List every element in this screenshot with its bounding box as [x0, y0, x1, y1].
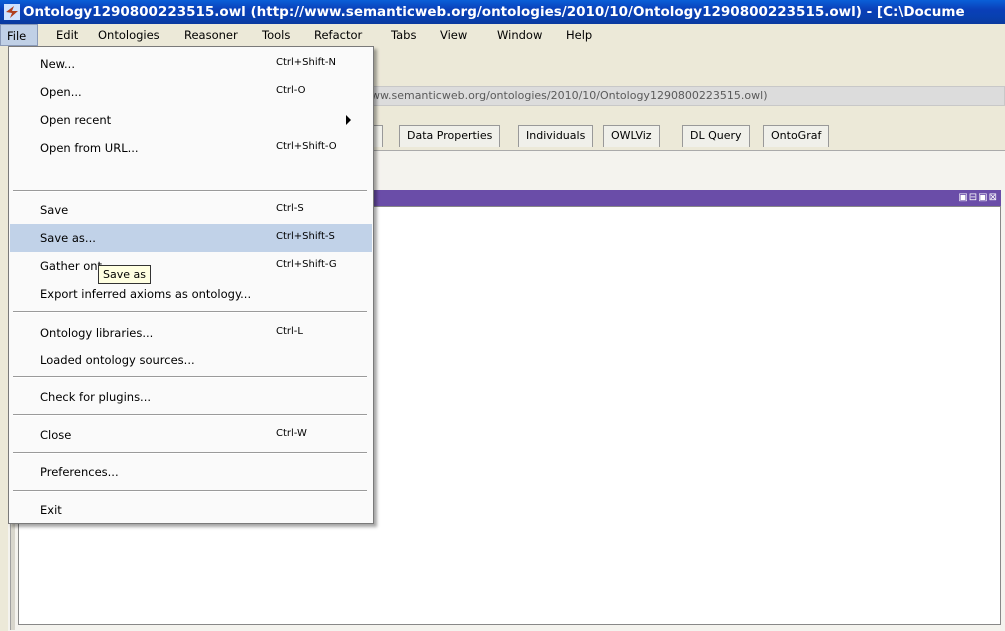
menu-item-gather-ontologies[interactable]: Gather ont Ctrl+Shift-G	[10, 252, 372, 280]
menu-item-new[interactable]: New... Ctrl+Shift-N	[10, 50, 372, 78]
menu-item-save-as[interactable]: Save as... Ctrl+Shift-S	[10, 224, 372, 252]
tab-individuals[interactable]: Individuals	[518, 125, 594, 147]
menu-item-export-inferred[interactable]: Export inferred axioms as ontology...	[10, 280, 372, 308]
menu-tabs[interactable]: Tabs	[391, 24, 416, 46]
menu-bar: File Edit Ontologies Reasoner Tools Refa…	[0, 24, 1005, 46]
menu-help[interactable]: Help	[566, 24, 592, 46]
tooltip-save-as: Save as	[98, 265, 151, 284]
file-menu-dropdown: New... Ctrl+Shift-N Open... Ctrl-O Open re…	[8, 46, 374, 524]
menu-item-save[interactable]: Save Ctrl-S	[10, 196, 372, 224]
menu-separator	[13, 414, 367, 416]
menu-item-check-plugins[interactable]: Check for plugins...	[10, 383, 372, 411]
menu-reasoner[interactable]: Reasoner	[184, 24, 238, 46]
tab-owlviz[interactable]: OWLViz	[603, 125, 660, 147]
menu-item-preferences[interactable]: Preferences...	[10, 458, 372, 486]
tab-data-properties[interactable]: Data Properties	[399, 125, 501, 147]
menu-separator	[13, 490, 367, 492]
menu-item-exit[interactable]: Exit	[10, 496, 372, 524]
menu-tools[interactable]: Tools	[262, 24, 290, 46]
menu-separator	[13, 190, 367, 192]
menu-item-open[interactable]: Open... Ctrl-O	[10, 78, 372, 106]
tab-ontograf[interactable]: OntoGraf	[763, 125, 830, 147]
menu-edit[interactable]: Edit	[56, 24, 78, 46]
menu-ontologies[interactable]: Ontologies	[98, 24, 160, 46]
menu-item-loaded-sources[interactable]: Loaded ontology sources...	[10, 346, 372, 374]
menu-refactor[interactable]: Refactor	[314, 24, 362, 46]
menu-view[interactable]: View	[440, 24, 467, 46]
ontology-uri-bar: ww.semanticweb.org/ontologies/2010/10/On…	[360, 86, 1005, 106]
tab-dl-query[interactable]: DL Query	[682, 125, 750, 147]
menu-item-open-recent[interactable]: Open recent	[10, 106, 372, 134]
window-titlebar[interactable]: Ontology1290800223515.owl (http://www.se…	[0, 0, 1005, 24]
menu-item-open-from-url[interactable]: Open from URL... Ctrl+Shift-O	[10, 134, 372, 162]
view-control-buttons[interactable]: ▣⊟▣⊠	[958, 192, 998, 203]
window-title: Ontology1290800223515.owl (http://www.se…	[23, 4, 965, 20]
menu-window[interactable]: Window	[497, 24, 542, 46]
submenu-arrow-icon	[346, 115, 351, 125]
menu-item-close[interactable]: Close Ctrl-W	[10, 421, 372, 449]
menu-separator	[13, 311, 367, 313]
menu-separator	[13, 452, 367, 454]
menu-separator	[13, 376, 367, 378]
protege-app-icon	[4, 4, 20, 20]
menu-item-ontology-libraries[interactable]: Ontology libraries... Ctrl-L	[10, 319, 372, 347]
menu-file[interactable]: File	[0, 24, 38, 46]
